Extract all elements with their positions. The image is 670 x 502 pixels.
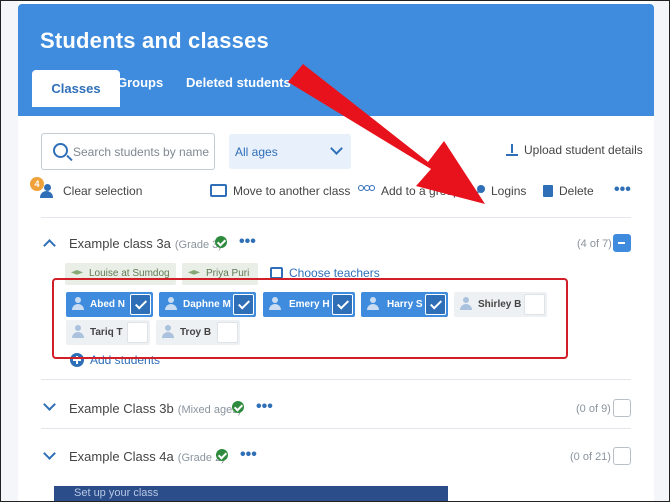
annotation-arrow-shape bbox=[288, 64, 485, 204]
annotation-arrow bbox=[288, 64, 485, 204]
